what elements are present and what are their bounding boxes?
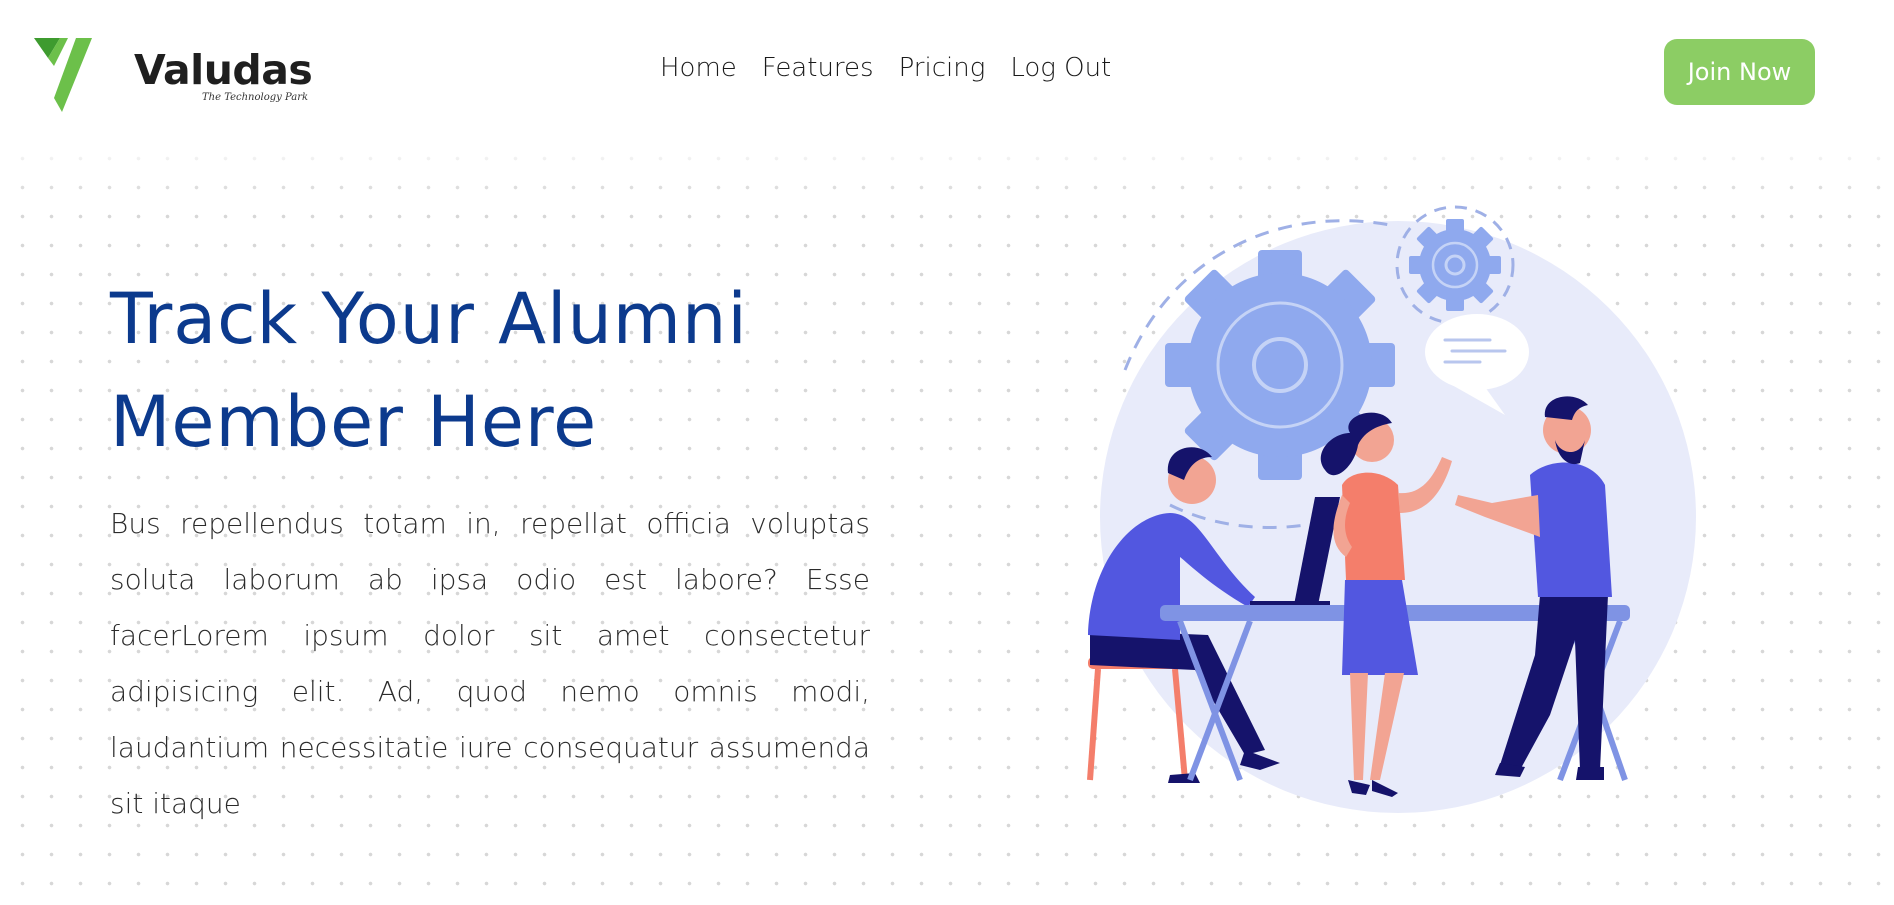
team-meeting-illustration-icon [1087, 205, 1696, 813]
valudas-v-logo-icon [34, 38, 92, 112]
brand-tagline: The Technology Park [202, 92, 309, 103]
nav-home-link[interactable]: Home [660, 53, 737, 83]
join-now-button[interactable]: Join Now [1664, 39, 1815, 105]
hero-title: Track Your Alumni Member Here [110, 268, 870, 474]
hero-section: Track Your Alumni Member Here Bus repell… [110, 268, 870, 832]
hero-title-line-2: Member Here [110, 381, 598, 463]
nav-logout-link[interactable]: Log Out [1010, 53, 1111, 83]
nav-features-link[interactable]: Features [762, 53, 874, 83]
team-meeting-illustration [1080, 195, 1700, 815]
brand-name: Valudas [134, 46, 313, 94]
site-header: Valudas The Technology Park Home Feature… [0, 0, 1894, 140]
brand-logo[interactable]: Valudas The Technology Park [34, 36, 314, 116]
background-fade [0, 138, 1894, 198]
hero-title-line-1: Track Your Alumni [110, 278, 748, 360]
hero-description: Bus repellendus totam in, repellat offic… [110, 507, 870, 820]
nav-pricing-link[interactable]: Pricing [899, 53, 986, 83]
main-nav: Home Features Pricing Log Out [660, 53, 1111, 83]
stool-icon [1087, 657, 1188, 781]
